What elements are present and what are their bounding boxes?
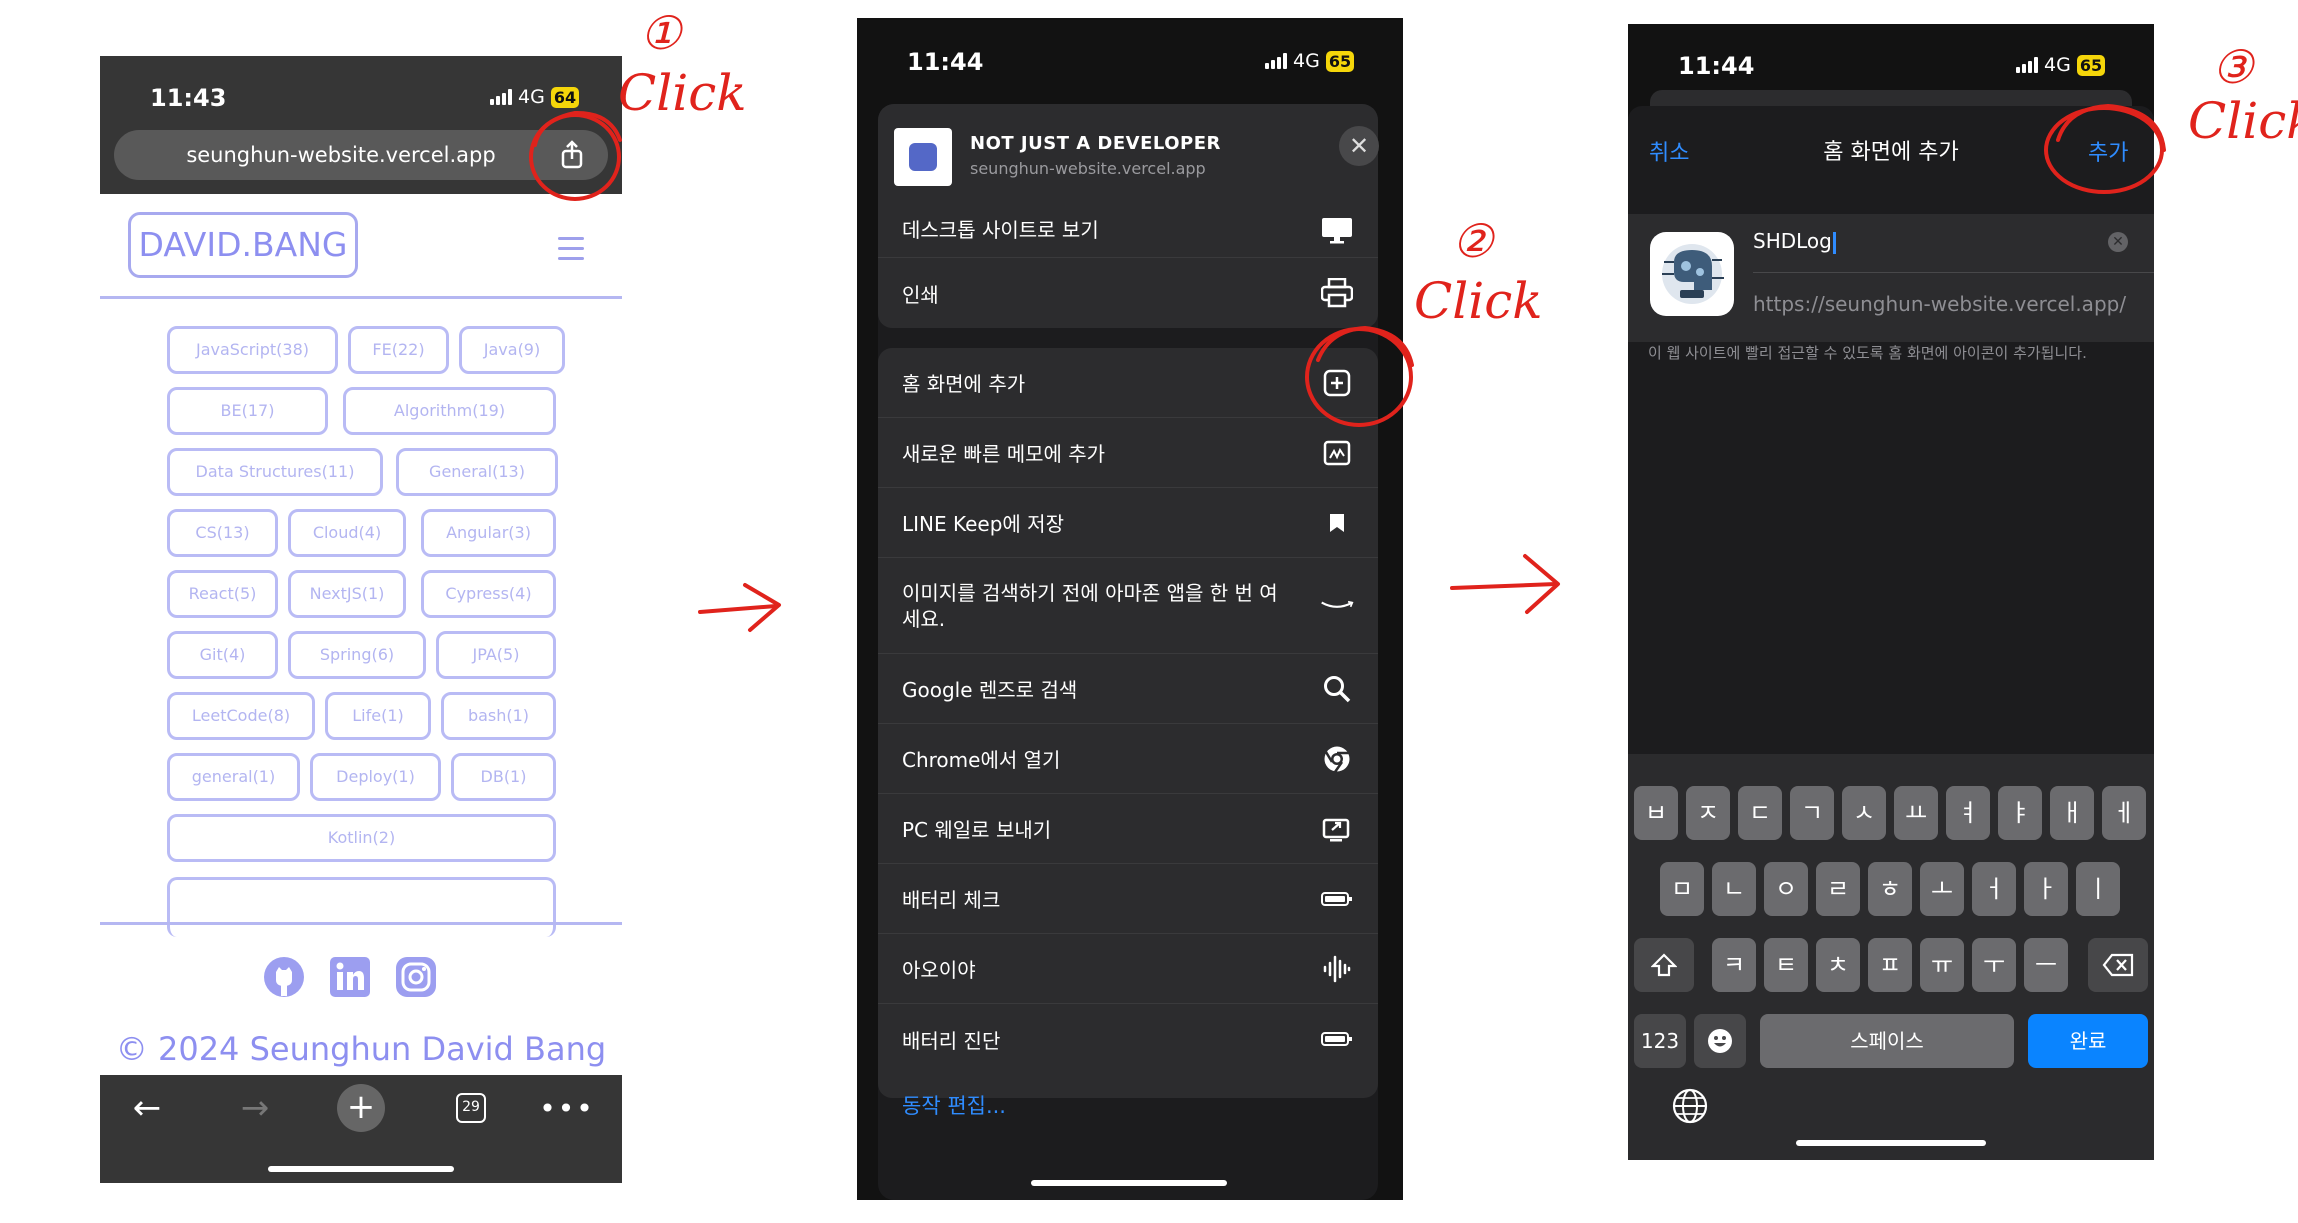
highlight-circle-add bbox=[2044, 106, 2164, 194]
click-label: Click bbox=[618, 64, 747, 122]
step-2-label: ② bbox=[1452, 214, 1494, 268]
click-label: Click bbox=[1414, 272, 1543, 330]
step-3-label: ③ bbox=[2212, 40, 2254, 94]
annotation-overlay bbox=[529, 104, 2166, 632]
click-label: Click bbox=[2188, 92, 2298, 150]
arrow-right-icon bbox=[698, 604, 778, 614]
arrow-right-icon bbox=[1450, 582, 1558, 590]
step-1-label: ① bbox=[640, 6, 682, 60]
highlight-circle-add-home bbox=[1305, 327, 1413, 427]
